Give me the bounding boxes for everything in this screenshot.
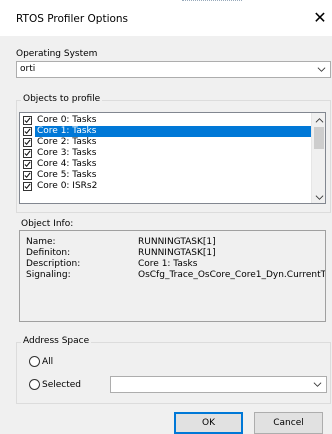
info-value: Core 1: Tasks <box>138 259 198 269</box>
checkbox[interactable] <box>23 116 32 125</box>
os-select[interactable]: orti <box>16 61 331 78</box>
checkbox[interactable] <box>23 182 32 191</box>
checkbox[interactable] <box>23 138 32 147</box>
checkmark-icon <box>24 139 31 146</box>
checkmark-icon <box>24 128 31 135</box>
list-item[interactable]: Core 3: Tasks <box>22 148 325 159</box>
checkbox[interactable] <box>23 127 32 136</box>
window-title: RTOS Profiler Options <box>16 13 129 25</box>
info-key: Name: <box>26 237 56 247</box>
checkmark-icon <box>24 172 31 179</box>
checkmark-icon <box>24 150 31 157</box>
radio-all-label[interactable]: All <box>42 357 53 367</box>
os-label: Operating System <box>16 49 98 59</box>
os-select-value: orti <box>20 64 36 74</box>
info-value: RUNNINGTASK[1] <box>138 248 216 258</box>
chevron-up-icon[interactable] <box>315 116 324 125</box>
radio-selected[interactable] <box>29 379 40 390</box>
object-info-panel: Name: RUNNINGTASK[1] Definiton: RUNNINGT… <box>19 230 326 322</box>
list-item[interactable]: Core 2: Tasks <box>22 137 325 148</box>
checkmark-icon <box>24 117 31 124</box>
checkbox[interactable] <box>23 160 32 169</box>
list-item-label: Core 0: Tasks <box>37 115 97 125</box>
list-item-label: Core 0: ISRs2 <box>37 181 98 191</box>
checkmark-icon <box>24 183 31 190</box>
list-item-label: Core 2: Tasks <box>37 137 97 147</box>
title-bar-divider <box>182 0 242 3</box>
address-select[interactable] <box>110 376 327 393</box>
checkbox[interactable] <box>23 171 32 180</box>
list-item-label: Core 4: Tasks <box>37 159 97 169</box>
list-item-label: Core 5: Tasks <box>37 170 97 180</box>
info-key: Definiton: <box>26 248 71 258</box>
address-space-group <box>16 342 331 404</box>
radio-all[interactable] <box>29 356 40 367</box>
chevron-down-icon <box>317 67 326 72</box>
chevron-down-icon[interactable] <box>315 193 324 202</box>
checkmark-icon <box>24 161 31 168</box>
object-info-label: Object Info: <box>21 219 74 229</box>
info-key: Signaling: <box>26 270 71 280</box>
list-item[interactable]: Core 0: ISRs2 <box>22 181 325 192</box>
cancel-button[interactable]: Cancel <box>254 412 323 434</box>
scrollbar-thumb[interactable] <box>314 127 324 149</box>
checkbox[interactable] <box>23 149 32 158</box>
list-item-label: Core 1: Tasks <box>35 126 319 137</box>
objects-list[interactable]: Core 0: Tasks Core 1: Tasks Core 2: Tasks C… <box>19 112 326 204</box>
chevron-down-icon <box>313 382 322 387</box>
objects-group-label: Objects to profile <box>21 94 103 104</box>
list-item[interactable]: Core 1: Tasks <box>22 126 325 137</box>
list-item[interactable]: Core 0: Tasks <box>22 115 325 126</box>
list-item[interactable]: Core 4: Tasks <box>22 159 325 170</box>
objects-list-scrollbar[interactable] <box>311 113 325 203</box>
ok-button[interactable]: OK <box>174 412 243 434</box>
close-icon[interactable]: ✕ <box>311 7 329 29</box>
radio-selected-label[interactable]: Selected <box>42 380 81 390</box>
list-item[interactable]: Core 5: Tasks <box>22 170 325 181</box>
list-item-label: Core 3: Tasks <box>37 148 97 158</box>
info-key: Description: <box>26 259 81 269</box>
info-value: RUNNINGTASK[1] <box>138 237 216 247</box>
info-value: OsCfg_Trace_OsCore_Core1_Dyn.CurrentTa <box>138 270 326 280</box>
address-space-label: Address Space <box>21 336 92 346</box>
